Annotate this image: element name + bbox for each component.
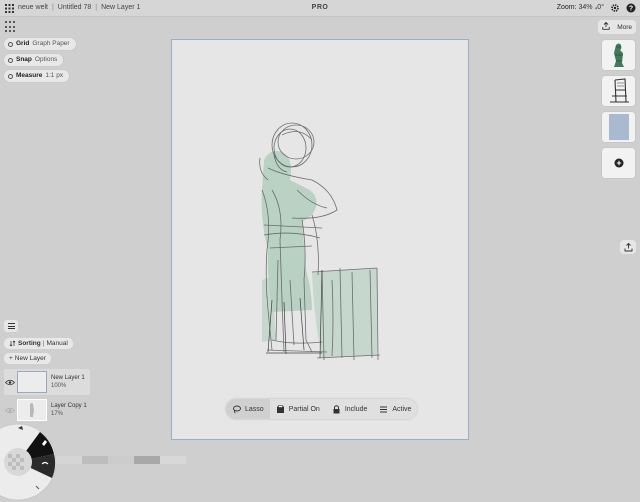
more-button[interactable]: More (598, 20, 636, 34)
reference-thumbnail-chair[interactable] (602, 76, 635, 106)
partial-icon (276, 404, 285, 414)
color-swatch[interactable] (108, 456, 134, 464)
breadcrumb-separator: | (95, 4, 98, 11)
layer-thumbnail (17, 399, 47, 421)
sorting-value: Manual (46, 340, 68, 347)
sort-icon (9, 340, 16, 347)
tools-grid-button[interactable] (4, 20, 18, 34)
selection-toolbar: Lasso Partial On Include Active (226, 399, 418, 419)
include-button[interactable]: Include (326, 399, 374, 419)
share-button[interactable] (620, 240, 636, 254)
zoom-value: 34% ₄0° (578, 4, 604, 11)
partial-on-label: Partial On (288, 405, 320, 413)
grid-label: Grid (16, 40, 30, 47)
partial-on-button[interactable]: Partial On (270, 399, 326, 419)
layer-item[interactable]: Layer Copy 1 17% (4, 397, 90, 423)
export-icon (602, 21, 610, 32)
breadcrumb-document[interactable]: Untitled 78 (58, 0, 91, 16)
layer-item[interactable]: New Layer 1 100% (4, 369, 90, 395)
breadcrumb-folder[interactable]: neue welt (18, 0, 48, 16)
layer-name: Layer Copy 1 (51, 403, 87, 409)
sorting-button[interactable]: Sorting | Manual (4, 338, 73, 349)
grid-value: Graph Paper (32, 40, 70, 47)
layer-name: New Layer 1 (51, 375, 85, 381)
measure-label: Measure (16, 72, 43, 79)
grid-toggle[interactable]: Grid Graph Paper (4, 38, 76, 50)
plus-icon: + (9, 355, 13, 362)
layers-menu-button[interactable] (4, 320, 18, 332)
snap-value: Options (34, 56, 58, 63)
breadcrumb-separator: | (51, 4, 54, 11)
help-icon[interactable]: ? (626, 3, 636, 13)
color-swatch[interactable] (56, 456, 82, 464)
breadcrumb-layer[interactable]: New Layer 1 (101, 0, 140, 16)
sorting-separator: | (42, 340, 45, 347)
lasso-label: Lasso (245, 405, 264, 413)
new-layer-label: New Layer (14, 355, 46, 362)
zoom-readout[interactable]: Zoom: 34% ₄0° (557, 0, 604, 16)
share-icon (624, 242, 632, 251)
reference-thumbnail-figure[interactable] (602, 40, 635, 70)
reference-thumbnail-color[interactable] (602, 112, 635, 142)
layer-thumbnail (17, 371, 47, 393)
toggle-icon (8, 73, 13, 79)
svg-text:?: ? (629, 6, 633, 13)
lock-icon (332, 404, 341, 414)
figure-thumbnail-image (607, 41, 630, 69)
top-bar: neue welt | Untitled 78 | New Layer 1 PR… (0, 0, 640, 17)
measure-value: 1:1 px (45, 72, 64, 79)
lasso-icon (232, 405, 241, 414)
layer-opacity: 100% (51, 383, 67, 389)
new-layer-button[interactable]: + New Layer (4, 353, 51, 364)
lasso-button[interactable]: Lasso (226, 399, 270, 419)
eye-icon[interactable] (4, 377, 15, 388)
snap-toggle[interactable]: Snap Options (4, 54, 64, 66)
active-label: Active (392, 405, 412, 413)
color-swatch[interactable] (134, 456, 160, 464)
chair-thumbnail-image (609, 78, 629, 103)
layers-list-icon (379, 405, 388, 414)
include-label: Include (344, 405, 368, 413)
recent-colors (56, 456, 186, 464)
gallery-icon[interactable] (4, 3, 14, 13)
color-swatch[interactable] (82, 456, 108, 464)
gear-icon[interactable] (610, 3, 620, 13)
breadcrumb: neue welt | Untitled 78 | New Layer 1 (4, 0, 140, 16)
color-swatch[interactable] (160, 456, 186, 464)
sketch-drawing (259, 122, 381, 361)
toggle-icon (8, 41, 13, 47)
drawing-canvas[interactable] (171, 39, 469, 440)
zoom-label: Zoom: (556, 4, 577, 11)
add-icon (614, 158, 623, 168)
active-button[interactable]: Active (373, 399, 417, 419)
snap-label: Snap (16, 56, 32, 63)
measure-toggle[interactable]: Measure 1:1 px (4, 70, 70, 82)
toggle-icon (8, 57, 13, 63)
more-label: More (617, 23, 632, 31)
color-thumbnail-swatch (608, 114, 629, 140)
layer-opacity: 17% (51, 411, 64, 417)
sorting-label: Sorting (18, 340, 41, 347)
tool-wheel[interactable] (0, 422, 58, 502)
eye-icon[interactable] (4, 405, 15, 416)
add-reference-button[interactable] (602, 148, 635, 178)
